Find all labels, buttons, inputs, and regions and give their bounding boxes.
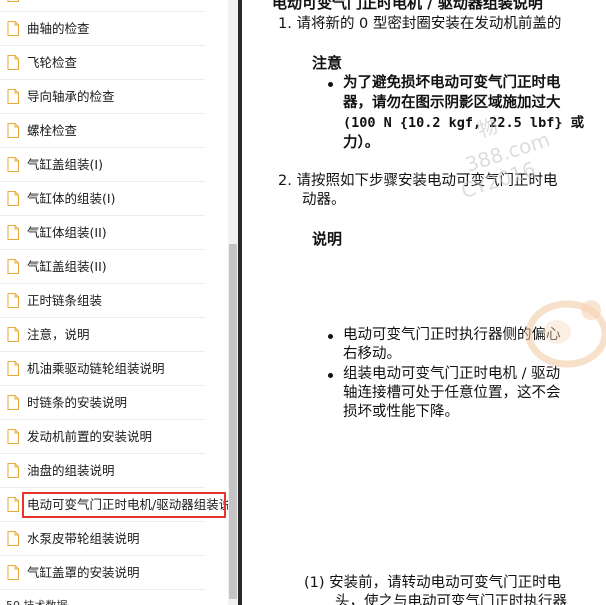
note-2-line-2: 轴连接槽可处于任意位置，这不会 <box>343 385 561 401</box>
sidebar-item[interactable]: 气缸体的组装(I) <box>0 182 205 216</box>
sidebar-item-label: 气缸盖组装(I) <box>27 157 103 172</box>
sidebar-item-label: 50 技术数据 <box>6 596 68 605</box>
step-1: 1. 请将新的 0 型密封圈安装在发动机前盖的 <box>278 16 562 32</box>
sidebar-item-label: 螺栓检查 <box>27 123 78 138</box>
sidebar-item-label: 油盘的组装说明 <box>27 463 115 478</box>
document-icon <box>7 259 19 274</box>
sidebar-item-label: 发动机前置的安装说明 <box>27 429 153 444</box>
substep-1-line-1: (1) 安装前，请转动电动可变气门正时电 <box>304 575 562 591</box>
bullet <box>328 334 333 339</box>
sidebar-item[interactable]: 时链条的安装说明 <box>0 386 205 420</box>
document-icon <box>7 361 19 376</box>
document-icon <box>7 395 19 410</box>
sidebar-item-label: 机油乘驱动链轮组装说明 <box>27 361 165 376</box>
document-icon <box>7 21 19 36</box>
sidebar-item-label: 导向轴承的检查 <box>27 89 115 104</box>
bullet <box>328 82 333 87</box>
sidebar-scrollbar-thumb[interactable] <box>229 244 237 599</box>
substep-1-line-2: 头，使之与电动可变气门正时执行器 <box>335 594 567 605</box>
sidebar-item[interactable]: 气缸盖组装(II) <box>0 250 205 284</box>
sidebar-item-label: 气缸盖罩的安装说明 <box>27 565 140 580</box>
document-icon <box>7 123 19 138</box>
sidebar-item-label: 时链条的安装说明 <box>27 395 128 410</box>
sidebar-item-tech-data[interactable]: 50 技术数据 <box>0 596 228 605</box>
caution-text-3: (100 N {10.2 kgf, 22.5 lbf} 或 <box>343 115 585 131</box>
sidebar-item[interactable]: 电动可变气门正时电机/驱动器组装说明 <box>0 488 228 522</box>
document-icon <box>7 157 19 172</box>
document-icon <box>7 191 19 206</box>
document-icon <box>7 225 19 240</box>
sidebar-item[interactable]: 注意，说明 <box>0 318 205 352</box>
document-icon <box>7 293 19 308</box>
sidebar-item-label: 气缸体的组装(I) <box>27 191 116 206</box>
note-1-line-2: 右移动。 <box>343 346 401 362</box>
sidebar-item-label: 电动可变气门正时电机/驱动器组装说明 <box>27 497 228 512</box>
note-heading: 说明 <box>312 230 343 248</box>
watermark-logo <box>525 300 606 368</box>
caution-heading: 注意 <box>312 54 343 72</box>
document-icon <box>7 0 19 2</box>
sidebar-item[interactable]: 发动机前置的安装说明 <box>0 420 205 454</box>
sidebar-item[interactable]: 机油乘驱动链轮组装说明 <box>0 352 205 386</box>
sidebar-item[interactable]: 螺栓检查 <box>0 114 205 148</box>
document-icon <box>7 429 19 444</box>
sidebar-item-label: 曲轴的检查 <box>27 21 90 36</box>
sidebar-item[interactable]: 油盘的组装说明 <box>0 454 205 488</box>
sidebar-item[interactable]: 气缸盖组装(I) <box>0 148 205 182</box>
sidebar-item[interactable]: 气缸盖罩的安装说明 <box>0 556 205 590</box>
sidebar-item-label: 正时链条组装 <box>27 293 103 308</box>
sidebar-item[interactable]: 导向轴承的检查 <box>0 80 205 114</box>
sidebar-item-label: 水泵皮带轮组装说明 <box>27 531 140 546</box>
caution-text-2: 器，请勿在图示阴影区域施加过大 <box>343 95 561 111</box>
sidebar-item[interactable]: 水泵皮带轮组装说明 <box>0 522 205 556</box>
document-icon <box>7 497 19 512</box>
document-icon <box>7 327 19 342</box>
sidebar-item[interactable]: 曲轴的检查 <box>0 12 205 46</box>
document-icon <box>7 565 19 580</box>
document-icon <box>7 89 19 104</box>
sidebar-item-label: 气缸体组装(II) <box>27 225 107 240</box>
sidebar-item-label: 气缸盖组装(II) <box>27 259 107 274</box>
step-2-line-2: 动器。 <box>302 192 346 208</box>
document-icon <box>7 463 19 478</box>
sidebar-item-partial-top[interactable] <box>0 0 205 12</box>
page-title: 电动可变气门正时电机 / 驱动器组装说明 <box>272 0 543 12</box>
caution-text-1: 为了避免损坏电动可变气门正时电 <box>343 75 561 91</box>
sidebar-item[interactable]: 飞轮检查 <box>0 46 205 80</box>
caution-text-4: 力）。 <box>343 135 380 151</box>
sidebar-item[interactable]: 气缸体组装(II) <box>0 216 205 250</box>
document-icon <box>7 531 19 546</box>
document-icon <box>7 55 19 70</box>
sidebar-tree: 曲轴的检查飞轮检查导向轴承的检查 螺栓检查气缸盖组装(I) 气缸体的组装(I) 气缸体… <box>0 0 228 605</box>
sidebar-item-label: 注意，说明 <box>27 327 90 342</box>
note-2-line-3: 损坏或性能下降。 <box>343 404 459 420</box>
sidebar-item-label: 飞轮检查 <box>27 55 78 70</box>
sidebar-item[interactable]: 正时链条组装 <box>0 284 205 318</box>
bullet <box>328 373 333 378</box>
